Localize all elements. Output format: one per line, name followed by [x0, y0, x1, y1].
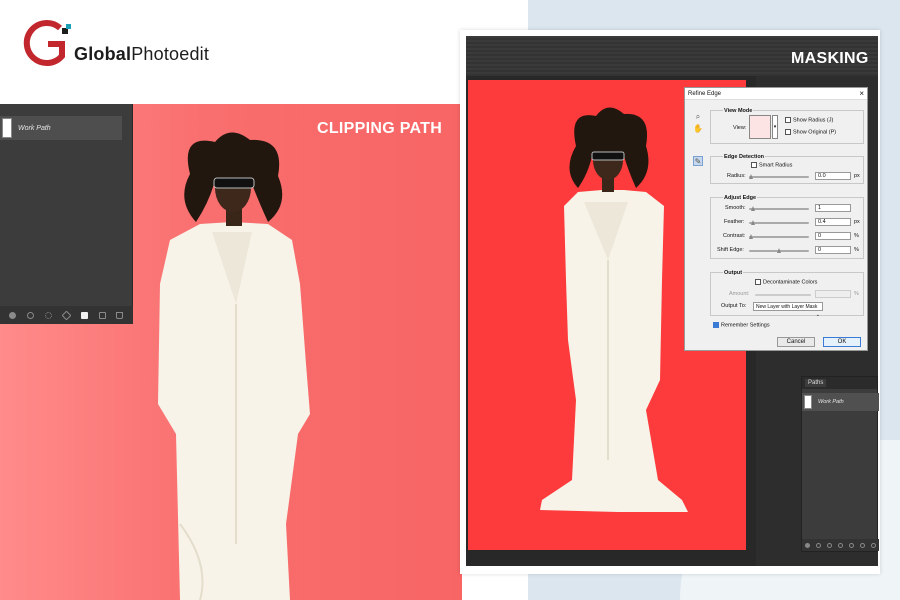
feather-slider[interactable] — [749, 220, 809, 225]
view-label: View: — [733, 125, 747, 131]
amount-label: Amount: — [729, 291, 750, 297]
contrast-label: Contrast: — [723, 233, 746, 239]
smooth-slider[interactable] — [749, 206, 809, 211]
contrast-slider[interactable] — [749, 234, 809, 239]
ok-button[interactable]: OK — [823, 337, 861, 347]
adjust-edge-section: Adjust Edge Smooth: 1 Feather: 0.4 px Co… — [710, 195, 864, 259]
amount-slider — [755, 294, 811, 296]
radius-input[interactable]: 0.0 — [815, 172, 851, 180]
decontaminate-label: Decontaminate Colors — [763, 279, 818, 286]
contrast-input[interactable]: 0 — [815, 232, 851, 240]
output-to-value: New Layer with Layer Mask — [756, 304, 818, 310]
show-original-checkbox[interactable]: Show Original (P) — [785, 129, 836, 135]
trash-icon[interactable] — [116, 311, 124, 319]
new-path-icon[interactable] — [860, 542, 865, 548]
hand-tool-icon[interactable]: ✋ — [693, 124, 703, 134]
work-path-row-right[interactable]: Work Path — [802, 393, 879, 411]
view-mode-section: View Mode View: ▾ Show Radius (J) Show O… — [710, 108, 864, 144]
smart-radius-checkbox[interactable]: Smart Radius — [751, 162, 792, 168]
clipping-path-caption: CLIPPING PATH — [317, 120, 443, 137]
logo-mark-icon — [22, 18, 72, 68]
show-original-label: Show Original (P) — [793, 129, 837, 136]
brand-name: GlobalPhotoedit — [74, 44, 209, 65]
work-path-label: Work Path — [18, 124, 51, 132]
decontaminate-checkbox[interactable]: Decontaminate Colors — [755, 279, 817, 285]
view-mode-title: View Mode — [723, 108, 754, 114]
comparison-banner: GlobalPhotoedit CLIPPING PATH Work Path — [0, 0, 900, 600]
edge-detection-section: Edge Detection Smart Radius Radius: 0.0 … — [710, 154, 864, 184]
brand-name-bold: Global — [74, 43, 132, 64]
work-path-label-right: Work Path — [818, 399, 844, 405]
radius-slider[interactable] — [749, 174, 809, 179]
shift-edge-input[interactable]: 0 — [815, 246, 851, 254]
amount-unit: % — [854, 291, 859, 297]
paths-tab-label: Paths — [805, 379, 827, 387]
paths-footer-right — [802, 539, 879, 551]
show-radius-checkbox[interactable]: Show Radius (J) — [785, 117, 833, 123]
show-radius-label: Show Radius (J) — [793, 117, 834, 124]
chevron-down-icon: ⌄ — [815, 312, 820, 318]
fill-path-icon[interactable] — [9, 311, 17, 319]
load-selection-icon[interactable] — [827, 542, 832, 548]
feather-label: Feather: — [724, 219, 745, 225]
add-mask-icon[interactable] — [849, 542, 854, 548]
remember-settings-label: Remember Settings — [721, 322, 770, 329]
chevron-down-icon[interactable]: ▾ — [772, 115, 778, 139]
make-path-icon[interactable] — [838, 542, 843, 548]
make-path-icon[interactable] — [61, 310, 72, 320]
output-to-select[interactable]: New Layer with Layer Mask ⌄ — [753, 302, 823, 318]
dialog-titlebar: Refine Edge × — [685, 88, 867, 100]
smooth-label: Smooth: — [725, 205, 746, 211]
cancel-button[interactable]: Cancel — [777, 337, 815, 347]
feather-unit: px — [854, 219, 860, 225]
paths-tab[interactable]: Paths — [802, 377, 877, 389]
view-thumbnail[interactable] — [749, 115, 771, 139]
paths-panel-left: Work Path — [0, 104, 133, 324]
output-section: Output Decontaminate Colors Amount: % Ou… — [710, 270, 864, 318]
smooth-input[interactable]: 1 — [815, 204, 851, 212]
shift-edge-label: Shift Edge: — [717, 247, 744, 253]
path-thumbnail-right — [804, 395, 812, 409]
shift-edge-unit: % — [854, 247, 859, 253]
output-title: Output — [723, 270, 744, 276]
radius-label: Radius: — [727, 173, 746, 179]
path-thumbnail — [2, 118, 12, 138]
fill-path-icon[interactable] — [805, 542, 810, 548]
edge-detection-title: Edge Detection — [723, 154, 766, 160]
refine-edge-dialog: Refine Edge × ⌕ ✋ ✎ View Mode View: ▾ Sh… — [684, 87, 868, 351]
amount-input — [815, 290, 851, 298]
refine-radius-tool-icon[interactable]: ✎ — [693, 156, 703, 166]
smart-radius-label: Smart Radius — [759, 162, 793, 169]
shift-edge-slider[interactable] — [749, 248, 809, 253]
new-path-icon[interactable] — [98, 311, 106, 319]
masking-caption: MASKING — [791, 50, 869, 67]
radius-unit: px — [854, 173, 860, 179]
paths-panel-footer — [0, 306, 133, 324]
adjust-edge-title: Adjust Edge — [723, 195, 758, 201]
stroke-path-icon[interactable] — [27, 311, 35, 319]
contrast-unit: % — [854, 233, 859, 239]
dialog-title: Refine Edge — [688, 90, 722, 97]
remember-settings-checkbox[interactable]: Remember Settings — [713, 322, 770, 328]
output-to-label: Output To: — [721, 303, 747, 309]
trash-icon[interactable] — [871, 542, 876, 548]
brand-name-regular: Photoedit — [131, 43, 210, 64]
zoom-tool-icon[interactable]: ⌕ — [693, 112, 703, 122]
load-selection-icon[interactable] — [45, 311, 53, 319]
add-mask-icon[interactable] — [80, 311, 88, 319]
work-path-row[interactable]: Work Path — [0, 116, 122, 140]
brand-logo: GlobalPhotoedit — [22, 18, 209, 68]
paths-panel-right: Paths Work Path — [801, 376, 879, 552]
close-button[interactable]: × — [859, 89, 864, 98]
stroke-path-icon[interactable] — [816, 542, 821, 548]
feather-input[interactable]: 0.4 — [815, 218, 851, 226]
